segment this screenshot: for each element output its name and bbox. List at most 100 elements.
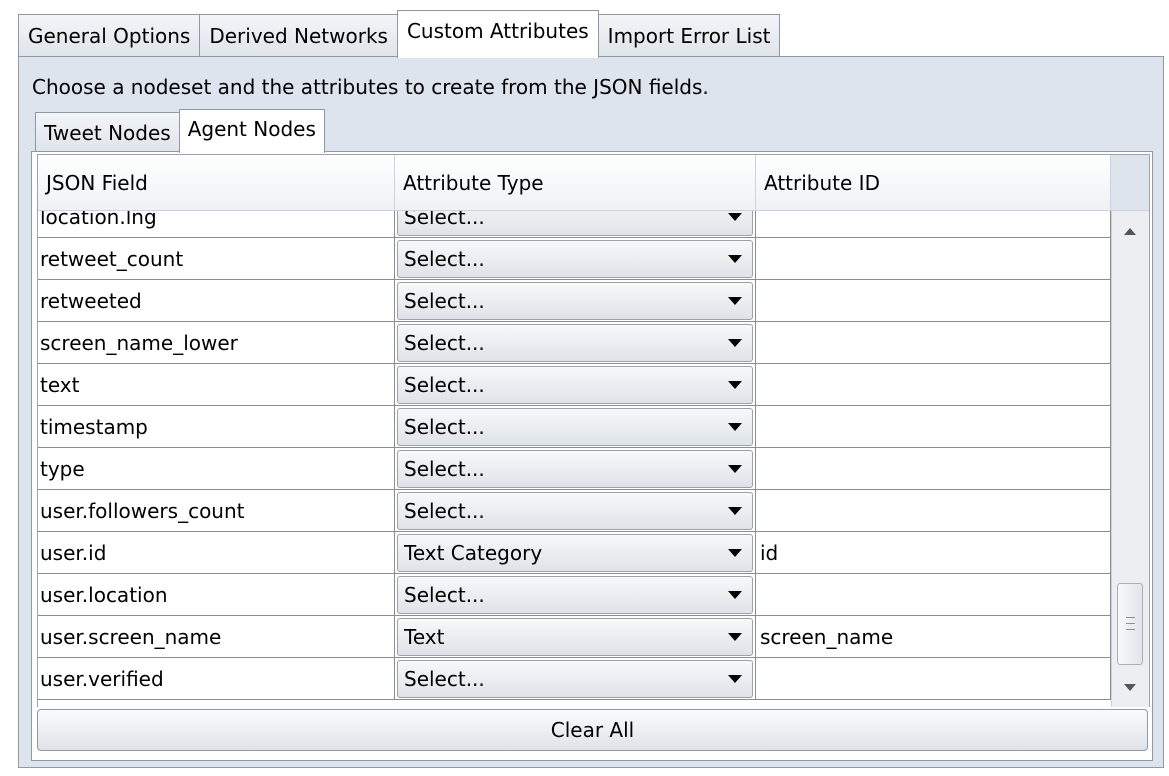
- attribute-type-value: Text Category: [404, 540, 543, 565]
- tab-agent-nodes[interactable]: Agent Nodes: [178, 109, 325, 153]
- table-row: user.followers_count Select...: [38, 490, 1111, 532]
- table-row: timestamp Select...: [38, 406, 1111, 448]
- table-row: user.screen_name Text screen_name: [38, 616, 1111, 658]
- attribute-type-select[interactable]: Select...: [397, 449, 753, 488]
- json-field-cell: retweeted: [38, 280, 395, 321]
- dropdown-arrow-icon[interactable]: [728, 632, 742, 641]
- tab-general-options[interactable]: General Options: [18, 14, 201, 57]
- table-header: JSON Field Attribute Type Attribute ID: [38, 155, 1149, 211]
- attribute-type-select[interactable]: Select...: [397, 239, 753, 278]
- attribute-id-cell[interactable]: [756, 574, 1111, 615]
- attribute-type-select[interactable]: Select...: [397, 281, 753, 320]
- json-field-cell: user.screen_name: [38, 616, 395, 657]
- attribute-type-cell: Select...: [395, 658, 756, 699]
- table-row: type Select...: [38, 448, 1111, 490]
- json-field-cell: type: [38, 448, 395, 489]
- attribute-id-cell[interactable]: [756, 280, 1111, 321]
- json-field-cell: user.verified: [38, 658, 395, 699]
- attribute-type-value: Select...: [404, 211, 485, 229]
- attribute-type-value: Select...: [404, 330, 485, 355]
- dropdown-arrow-icon[interactable]: [728, 464, 742, 473]
- arrow-down-icon[interactable]: [1124, 684, 1136, 691]
- tab-tweet-nodes[interactable]: Tweet Nodes: [35, 112, 180, 152]
- attribute-type-value: Select...: [404, 414, 485, 439]
- dropdown-arrow-icon[interactable]: [728, 506, 742, 515]
- attribute-type-select[interactable]: Select...: [397, 365, 753, 404]
- attribute-id-cell[interactable]: id: [756, 532, 1111, 573]
- attribute-type-cell: Select...: [395, 322, 756, 363]
- attribute-type-cell: Text Category: [395, 532, 756, 573]
- attribute-id-cell[interactable]: [756, 364, 1111, 405]
- attribute-id-cell[interactable]: [756, 406, 1111, 447]
- table-row: retweeted Select...: [38, 280, 1111, 322]
- json-field-cell: retweet_count: [38, 238, 395, 279]
- attribute-type-select[interactable]: Text Category: [397, 533, 753, 572]
- column-header-attribute-type[interactable]: Attribute Type: [395, 155, 756, 211]
- attribute-type-cell: Select...: [395, 280, 756, 321]
- attribute-type-select[interactable]: Select...: [397, 575, 753, 614]
- dropdown-arrow-icon[interactable]: [728, 296, 742, 305]
- attribute-type-value: Select...: [404, 288, 485, 313]
- attribute-id-cell[interactable]: [756, 490, 1111, 531]
- table-row: retweet_count Select...: [38, 238, 1111, 280]
- dropdown-arrow-icon[interactable]: [728, 212, 742, 221]
- dropdown-arrow-icon[interactable]: [728, 338, 742, 347]
- json-field-cell: user.id: [38, 532, 395, 573]
- attribute-type-select[interactable]: Text: [397, 617, 753, 656]
- attribute-type-select[interactable]: Select...: [397, 211, 753, 236]
- column-header-json-field[interactable]: JSON Field: [38, 155, 395, 211]
- attribute-type-select[interactable]: Select...: [397, 407, 753, 446]
- grip-line: [1126, 623, 1135, 624]
- attribute-id-cell[interactable]: [756, 448, 1111, 489]
- grip-line: [1126, 617, 1135, 618]
- attribute-type-cell: Text: [395, 616, 756, 657]
- attribute-type-select[interactable]: Select...: [397, 491, 753, 530]
- attribute-id-cell[interactable]: [756, 658, 1111, 699]
- clear-all-button[interactable]: Clear All: [37, 709, 1148, 751]
- attribute-type-cell: Select...: [395, 448, 756, 489]
- json-field-cell: user.followers_count: [38, 490, 395, 531]
- dropdown-arrow-icon[interactable]: [728, 254, 742, 263]
- attribute-type-select[interactable]: Select...: [397, 323, 753, 362]
- attribute-type-value: Select...: [404, 456, 485, 481]
- dropdown-arrow-icon[interactable]: [728, 590, 742, 599]
- tab-import-error-list[interactable]: Import Error List: [597, 14, 781, 57]
- dropdown-arrow-icon[interactable]: [728, 422, 742, 431]
- attribute-type-value: Select...: [404, 372, 485, 397]
- attribute-table: JSON Field Attribute Type Attribute ID l…: [37, 154, 1150, 707]
- attribute-type-cell: Select...: [395, 406, 756, 447]
- vertical-scrollbar[interactable]: [1111, 211, 1149, 707]
- attribute-id-cell[interactable]: [756, 322, 1111, 363]
- attribute-type-select[interactable]: Select...: [397, 659, 753, 698]
- outer-tab-bar: General Options Derived Networks Custom …: [18, 10, 781, 58]
- header-corner: [1111, 155, 1149, 211]
- arrow-up-icon[interactable]: [1124, 228, 1136, 235]
- dropdown-arrow-icon[interactable]: [728, 380, 742, 389]
- attribute-type-value: Select...: [404, 582, 485, 607]
- json-field-cell: location.lng: [38, 211, 395, 237]
- attribute-type-cell: Select...: [395, 238, 756, 279]
- attribute-id-cell[interactable]: screen_name: [756, 616, 1111, 657]
- attribute-type-cell: Select...: [395, 490, 756, 531]
- table-row: user.location Select...: [38, 574, 1111, 616]
- table-row: location.lng Select...: [38, 211, 1111, 238]
- dropdown-arrow-icon[interactable]: [728, 674, 742, 683]
- json-field-cell: text: [38, 364, 395, 405]
- table-row: user.id Text Category id: [38, 532, 1111, 574]
- table-body: location.lng Select... retweet_count Select…: [38, 211, 1111, 707]
- dropdown-arrow-icon[interactable]: [728, 548, 742, 557]
- attribute-type-value: Text: [404, 624, 445, 649]
- json-field-cell: screen_name_lower: [38, 322, 395, 363]
- attribute-type-cell: Select...: [395, 211, 756, 237]
- column-header-attribute-id[interactable]: Attribute ID: [756, 155, 1111, 211]
- attribute-id-cell[interactable]: [756, 211, 1111, 237]
- scrollbar-thumb[interactable]: [1117, 583, 1143, 665]
- attribute-type-cell: Select...: [395, 574, 756, 615]
- attribute-id-cell[interactable]: [756, 238, 1111, 279]
- tab-custom-attributes[interactable]: Custom Attributes: [396, 10, 599, 58]
- table-rows: location.lng Select... retweet_count Select…: [38, 211, 1111, 700]
- instruction-text: Choose a nodeset and the attributes to c…: [32, 75, 709, 99]
- attribute-type-value: Select...: [404, 666, 485, 691]
- table-row: screen_name_lower Select...: [38, 322, 1111, 364]
- tab-derived-networks[interactable]: Derived Networks: [199, 14, 398, 57]
